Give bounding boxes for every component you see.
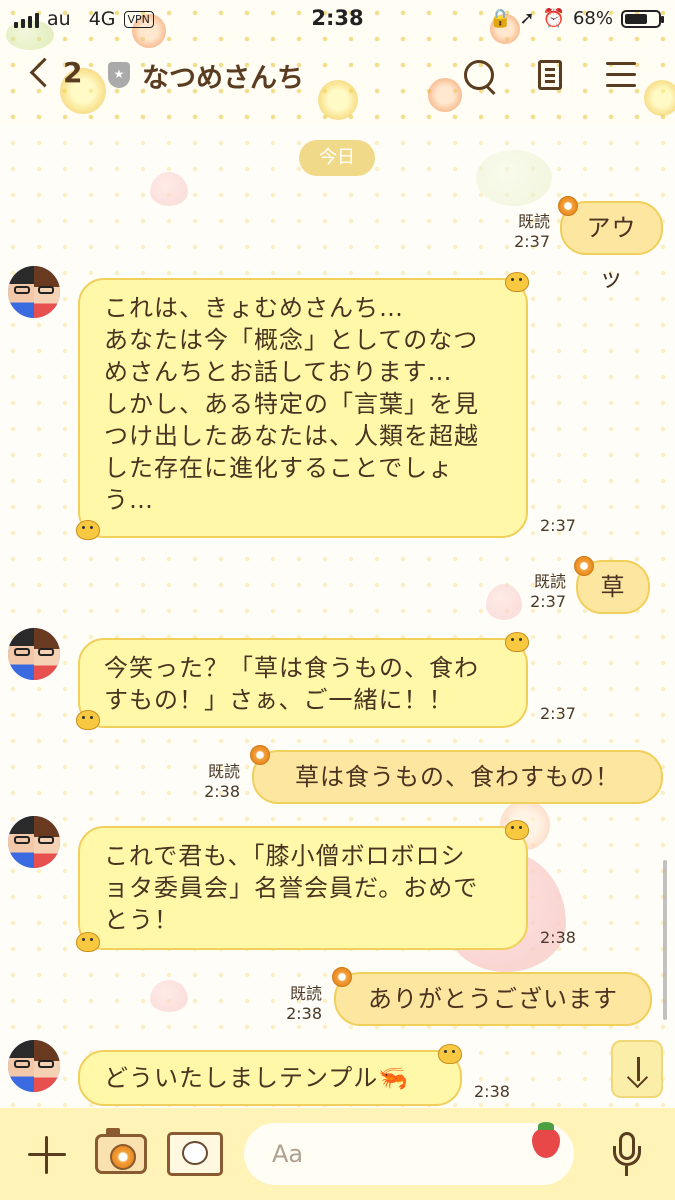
read-receipt: 既読 bbox=[517, 212, 550, 231]
avatar[interactable] bbox=[8, 266, 60, 318]
status-bar: au 4G VPN 2:38 🔒 ➚ ⏰ 68% bbox=[0, 0, 675, 38]
incoming-message[interactable]: これは、きょむめさんち… あなたは今「概念」としてのなつ めさんちとお話しており… bbox=[78, 278, 528, 538]
orange-icon bbox=[574, 556, 594, 576]
read-receipt: 既読 bbox=[533, 572, 566, 591]
scroll-to-bottom-button[interactable] bbox=[611, 1040, 663, 1098]
notes-button[interactable] bbox=[534, 58, 570, 94]
orange-icon bbox=[332, 967, 352, 987]
rotation-lock-icon: 🔒 bbox=[489, 8, 512, 29]
battery-icon bbox=[621, 9, 664, 28]
message-time: 2:37 bbox=[514, 232, 550, 251]
strawberry-decoration bbox=[150, 980, 188, 1012]
orange-icon bbox=[558, 196, 578, 216]
chat-title: なつめさんち bbox=[142, 63, 304, 94]
orange-icon bbox=[250, 745, 270, 765]
add-button[interactable] bbox=[28, 1136, 66, 1174]
message-meta: 既読 2:37 bbox=[516, 572, 566, 612]
avatar[interactable] bbox=[8, 628, 60, 680]
back-button[interactable]: 2 bbox=[29, 56, 83, 89]
chick-icon bbox=[505, 632, 529, 652]
outgoing-message[interactable]: ありがとうございます bbox=[334, 972, 652, 1026]
camera-button[interactable] bbox=[95, 1128, 147, 1174]
voice-button[interactable] bbox=[612, 1132, 642, 1178]
unread-count: 2 bbox=[63, 56, 83, 89]
input-bar: Aa bbox=[0, 1108, 675, 1200]
message-time: 2:38 bbox=[540, 928, 576, 947]
message-time: 2:37 bbox=[540, 516, 576, 535]
location-icon: ➚ bbox=[519, 8, 535, 29]
date-separator: 今日 bbox=[299, 140, 375, 176]
chick-icon bbox=[505, 272, 529, 292]
message-meta: 既読 2:38 bbox=[190, 762, 240, 802]
chick-icon bbox=[76, 520, 100, 540]
message-time: 2:38 bbox=[474, 1082, 510, 1101]
battery-percent: 68% bbox=[572, 8, 613, 29]
chick-icon bbox=[438, 1044, 462, 1064]
incoming-message[interactable]: これで君も、「膝小僧ボロボロシ ョタ委員会」名誉会員だ。おめで とう！ bbox=[78, 826, 528, 950]
incoming-message[interactable]: 今笑った？「草は食うもの、食わ すもの！」さぁ、ご一緒に！！ bbox=[78, 638, 528, 728]
shield-icon: ★ bbox=[108, 62, 130, 88]
pear-decoration bbox=[476, 150, 552, 206]
camera-icon bbox=[110, 1144, 136, 1170]
chick-icon bbox=[76, 932, 100, 952]
message-time: 2:37 bbox=[530, 592, 566, 611]
search-icon bbox=[464, 60, 494, 90]
chick-icon bbox=[505, 820, 529, 840]
message-time: 2:37 bbox=[540, 704, 576, 723]
message-time: 2:38 bbox=[204, 782, 240, 801]
scrollbar[interactable] bbox=[663, 860, 667, 1020]
chick-icon bbox=[76, 710, 100, 730]
menu-button[interactable] bbox=[604, 58, 640, 94]
read-receipt: 既読 bbox=[207, 762, 240, 781]
message-meta: 既読 2:37 bbox=[500, 212, 550, 252]
photo-button[interactable] bbox=[167, 1132, 223, 1176]
incoming-message[interactable]: どういたしましテンプル🦐 bbox=[78, 1050, 462, 1106]
read-receipt: 既読 bbox=[289, 984, 322, 1003]
outgoing-message[interactable]: 草は食うもの、食わすもの！ bbox=[252, 750, 663, 804]
avatar[interactable] bbox=[8, 1040, 60, 1092]
avatar[interactable] bbox=[8, 816, 60, 868]
search-button[interactable] bbox=[462, 58, 498, 96]
chevron-left-icon bbox=[29, 57, 60, 88]
message-time: 2:38 bbox=[286, 1004, 322, 1023]
chat-header: 2 ★ なつめさんち bbox=[0, 44, 675, 108]
alarm-icon: ⏰ bbox=[542, 8, 565, 29]
image-icon bbox=[182, 1141, 208, 1165]
notes-icon bbox=[538, 60, 562, 90]
strawberry-decoration bbox=[150, 172, 188, 206]
message-meta: 既読 2:38 bbox=[272, 984, 322, 1024]
message-input[interactable]: Aa bbox=[244, 1123, 574, 1185]
